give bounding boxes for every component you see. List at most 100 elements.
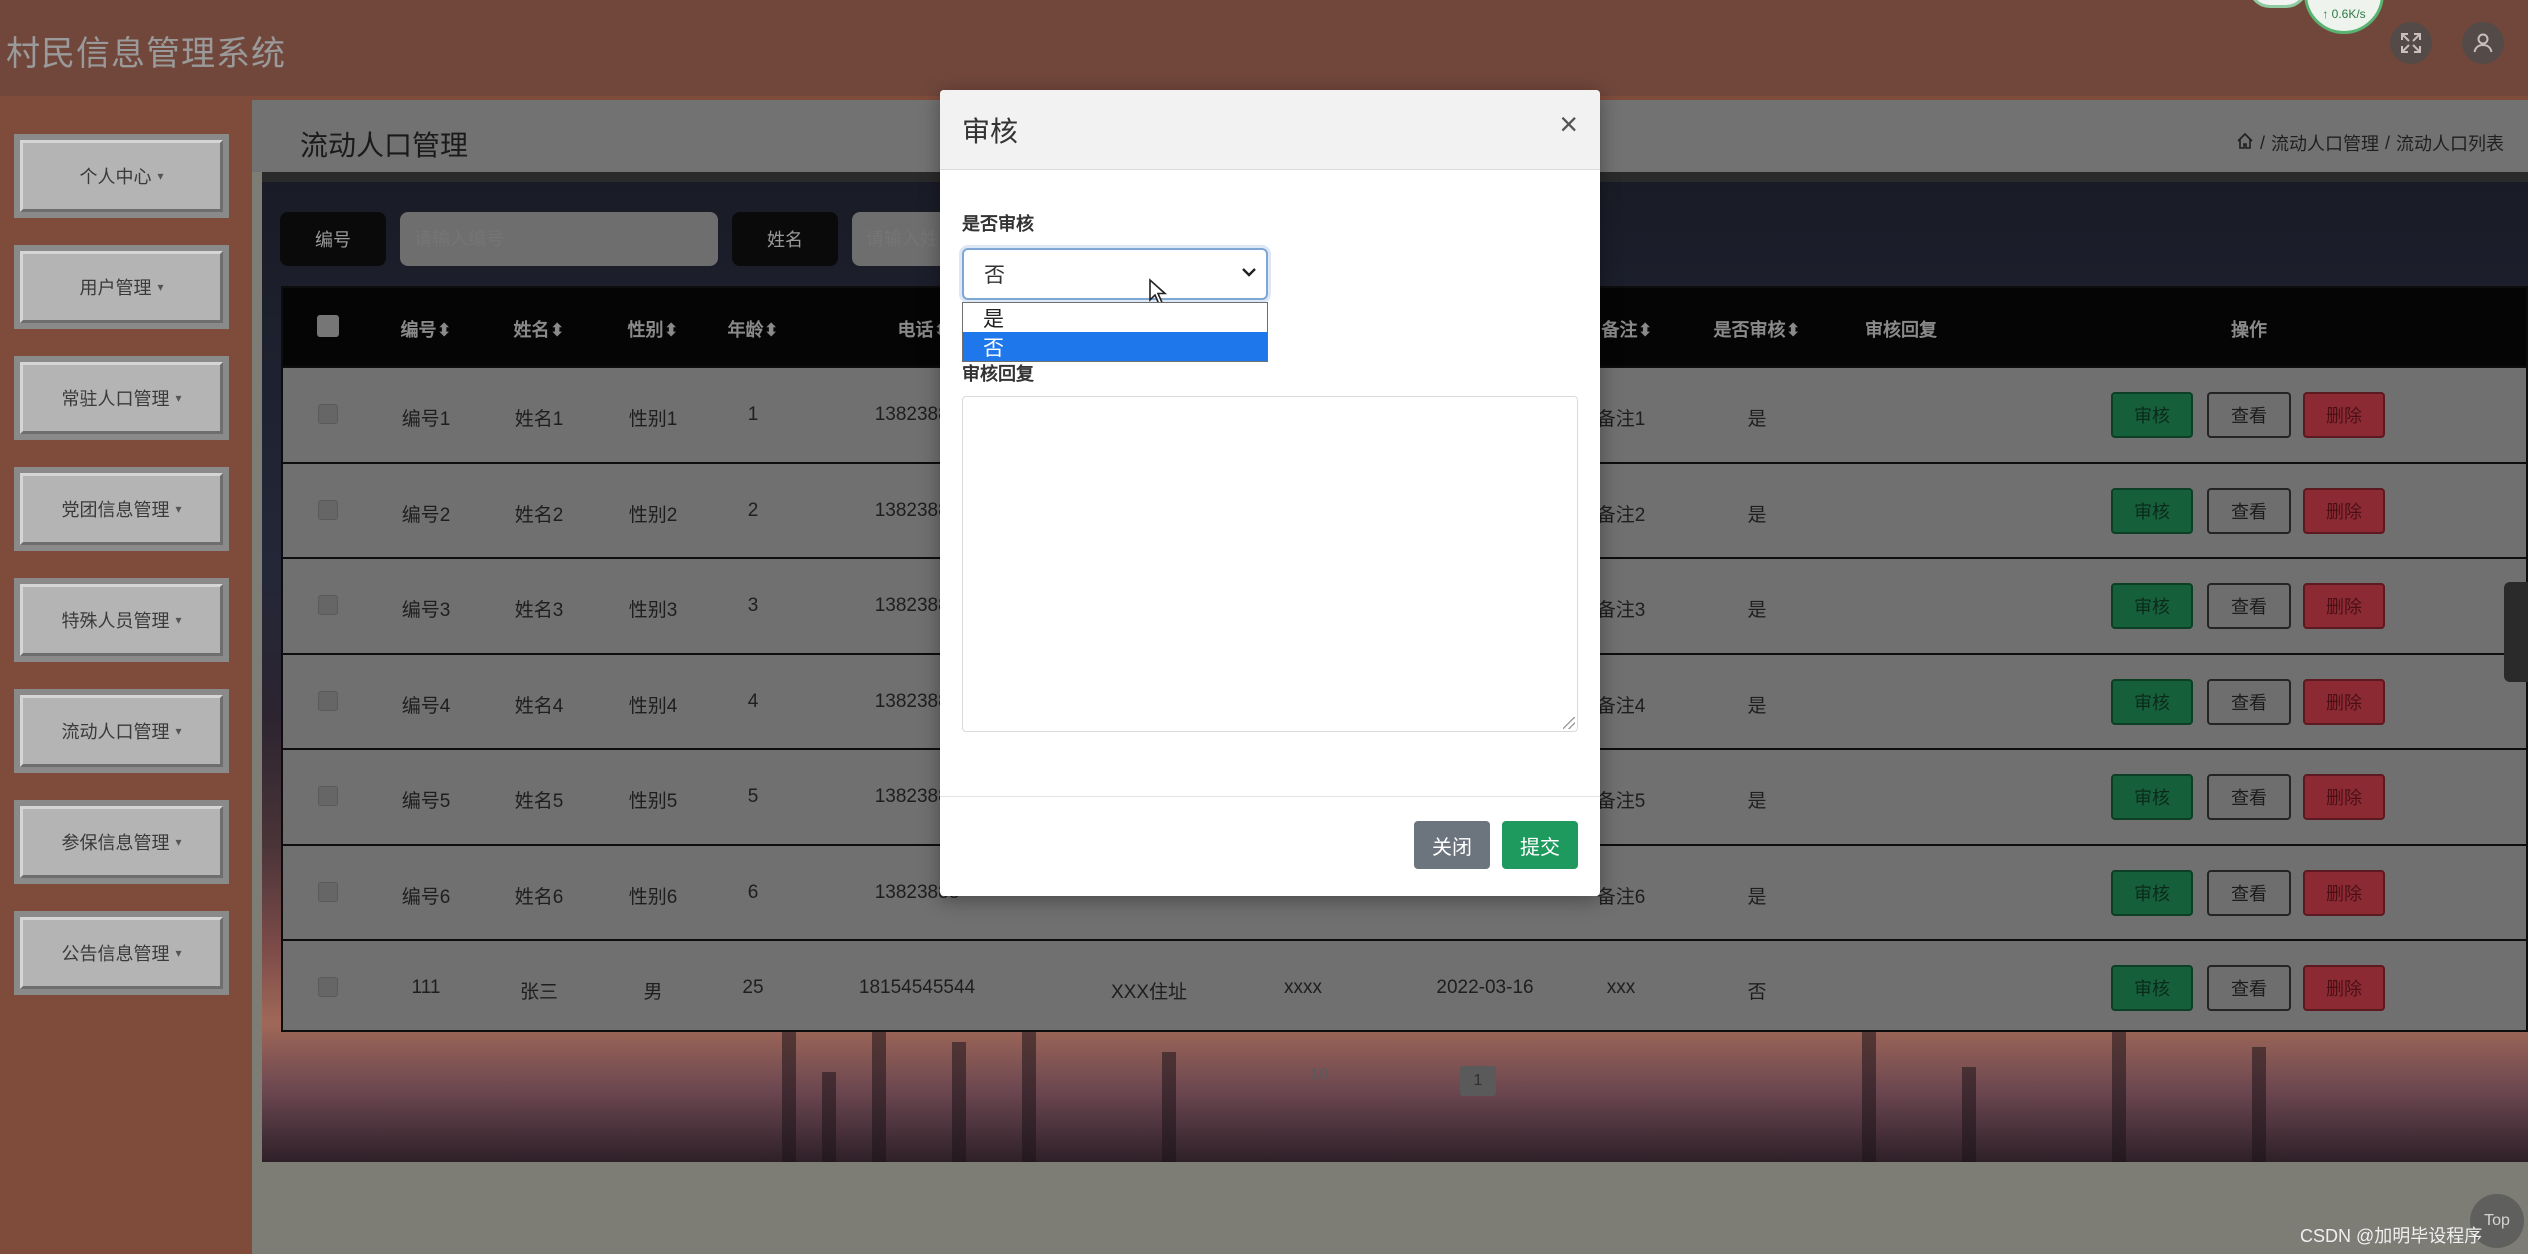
breadcrumb-item[interactable]: 流动人口管理 <box>2271 130 2379 156</box>
sidebar-item-label: 党团信息管理 <box>61 500 170 520</box>
cell-note: 备注1 <box>1596 409 1646 430</box>
modal-header: 审核 × <box>940 90 1600 170</box>
column-header-id[interactable]: 编号⬍ <box>400 316 451 342</box>
select-all-checkbox[interactable] <box>317 315 339 337</box>
row-checkbox[interactable] <box>318 595 338 615</box>
caret-down-icon: ▾ <box>157 280 164 294</box>
row-checkbox[interactable] <box>318 977 338 997</box>
dropdown-option-no[interactable]: 否 <box>963 332 1267 361</box>
audit-button[interactable]: 审核 <box>2111 583 2193 629</box>
page-number-current[interactable]: 1 <box>1460 1066 1496 1096</box>
row-checkbox[interactable] <box>318 786 338 806</box>
delete-button[interactable]: 删除 <box>2303 869 2385 916</box>
view-button[interactable]: 查看 <box>2207 678 2291 725</box>
view-button[interactable]: 查看 <box>2207 392 2291 438</box>
view-button[interactable]: 查看 <box>2207 965 2291 1011</box>
cell-gender: 性别5 <box>628 791 678 812</box>
home-icon[interactable] <box>2236 132 2254 155</box>
sidebar-item-personal-center[interactable]: 个人中心 ▾ <box>14 134 229 218</box>
delete-button[interactable]: 删除 <box>2303 583 2385 629</box>
cell-audited: 是 <box>1747 600 1767 621</box>
resize-handle-icon[interactable] <box>1563 717 1575 729</box>
submit-button[interactable]: 提交 <box>1502 821 1578 869</box>
row-checkbox[interactable] <box>318 690 338 711</box>
watermark-text: CSDN @加明毕设程序 <box>2300 1226 2483 1246</box>
cell-gender: 性别2 <box>628 504 678 526</box>
dropdown-option-yes[interactable]: 是 <box>963 303 1267 332</box>
delete-button[interactable]: 删除 <box>2303 965 2385 1011</box>
view-button[interactable]: 查看 <box>2207 774 2291 820</box>
row-checkbox[interactable] <box>318 404 338 424</box>
cell-note: 备注6 <box>1596 886 1646 908</box>
delete-button[interactable]: 删除 <box>2303 392 2385 438</box>
audit-button[interactable]: 审核 <box>2111 965 2193 1011</box>
close-icon[interactable]: × <box>1559 108 1578 140</box>
page-title: 流动人口管理 <box>300 130 469 161</box>
close-button[interactable]: 关闭 <box>1414 821 1490 869</box>
cell-name: 姓名3 <box>514 600 564 621</box>
net-speed-text: ↑ 0.6K/s <box>2322 7 2366 21</box>
sidebar-item-announcements[interactable]: 公告信息管理 ▾ <box>14 911 229 995</box>
sort-icon: ⬍ <box>1785 320 1801 340</box>
net-speed-badge: ↑ 0.6K/s <box>2304 0 2384 34</box>
audit-button[interactable]: 审核 <box>2111 774 2193 820</box>
sidebar-item-label: 参保信息管理 <box>61 833 170 853</box>
audit-button[interactable]: 审核 <box>2111 869 2193 916</box>
delete-button[interactable]: 删除 <box>2303 487 2385 534</box>
sort-icon: ⬍ <box>763 320 779 340</box>
delete-button[interactable]: 删除 <box>2303 678 2385 725</box>
sort-icon: ⬍ <box>1637 320 1653 340</box>
row-checkbox[interactable] <box>318 881 338 902</box>
caret-down-icon: ▾ <box>157 169 164 183</box>
cell-age: 4 <box>747 690 759 712</box>
delete-button[interactable]: 删除 <box>2303 774 2385 820</box>
row-checkbox[interactable] <box>318 499 338 520</box>
breadcrumb: / 流动人口管理 / 流动人口列表 <box>2236 130 2504 156</box>
cell-name: 姓名2 <box>514 504 564 526</box>
column-header-name[interactable]: 姓名⬍ <box>513 316 564 342</box>
column-header-audited[interactable]: 是否审核⬍ <box>1713 316 1800 342</box>
audit-button[interactable]: 审核 <box>2111 487 2193 534</box>
fullscreen-icon[interactable] <box>2390 22 2432 64</box>
search-input-id[interactable] <box>400 212 718 266</box>
column-header-audit-reply: 审核回复 <box>1865 320 1937 340</box>
cell-phone: 18154545544 <box>858 977 976 998</box>
cell-name: 张三 <box>519 982 559 1003</box>
audit-status-label: 是否审核 <box>962 214 1034 234</box>
modal-title: 审核 <box>962 116 1019 147</box>
cell-note: 备注3 <box>1596 600 1646 621</box>
audit-button[interactable]: 审核 <box>2111 392 2193 438</box>
cell-id: 编号4 <box>401 695 451 717</box>
caret-down-icon: ▾ <box>175 724 182 738</box>
column-header-age[interactable]: 年龄⬍ <box>727 316 778 342</box>
cell-note: xxx <box>1606 977 1636 998</box>
top-bar: 村民信息管理系统 ↑ 0.6K/s <box>0 0 2528 96</box>
cell-age: 3 <box>747 595 759 616</box>
column-header-actions: 操作 <box>2231 320 2267 340</box>
view-button[interactable]: 查看 <box>2207 869 2291 916</box>
caret-down-icon: ▾ <box>175 613 182 627</box>
view-button[interactable]: 查看 <box>2207 487 2291 534</box>
sidebar-item-floating-population[interactable]: 流动人口管理 ▾ <box>14 689 229 773</box>
audit-reply-textarea[interactable] <box>962 396 1578 732</box>
audit-button[interactable]: 审核 <box>2111 678 2193 725</box>
view-button[interactable]: 查看 <box>2207 583 2291 629</box>
sidebar-item-insurance-info[interactable]: 参保信息管理 ▾ <box>14 800 229 884</box>
user-avatar-icon[interactable] <box>2462 22 2504 64</box>
audit-status-select[interactable]: 否 <box>962 248 1268 300</box>
cell-age: 2 <box>747 499 759 521</box>
sidebar-item-resident-population[interactable]: 常驻人口管理 ▾ <box>14 356 229 440</box>
cell-gender: 性别3 <box>628 600 678 621</box>
page-size-select[interactable]: 10 <box>1310 1066 1328 1084</box>
cell-age: 5 <box>747 786 759 807</box>
sidebar-item-user-management[interactable]: 用户管理 ▾ <box>14 245 229 329</box>
cell-age: 6 <box>747 881 759 903</box>
chevron-down-icon <box>1242 264 1256 282</box>
sidebar-item-special-persons[interactable]: 特殊人员管理 ▾ <box>14 578 229 662</box>
cell-audited: 是 <box>1747 504 1767 526</box>
cell-id: 111 <box>411 977 441 998</box>
column-header-gender[interactable]: 性别⬍ <box>627 316 678 342</box>
column-header-note[interactable]: 备注⬍ <box>1601 316 1652 342</box>
sidebar-item-party-info[interactable]: 党团信息管理 ▾ <box>14 467 229 551</box>
side-drawer-handle[interactable] <box>2504 582 2528 682</box>
